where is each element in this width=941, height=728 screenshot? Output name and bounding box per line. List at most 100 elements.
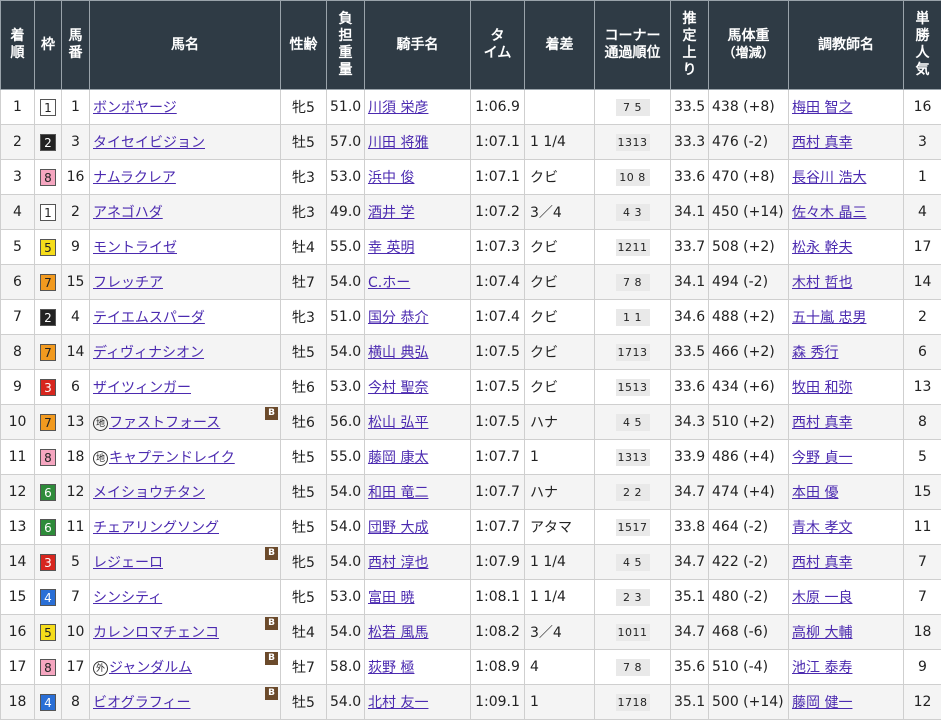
jockey-link[interactable]: C.ホー [368, 275, 410, 291]
jockey-link[interactable]: 西村 淳也 [368, 555, 428, 571]
horse-link[interactable]: カレンロマチェンコ [93, 625, 219, 641]
blinker-icon: B [265, 547, 278, 560]
margin-cell: クビ [524, 299, 595, 335]
horse-link[interactable]: タイセイビジョン [93, 135, 205, 151]
corner-positions: 1211 [615, 238, 650, 256]
popularity-cell: 12 [903, 684, 941, 720]
trainer-link[interactable]: 長谷川 浩大 [792, 170, 866, 186]
time-cell: 1:07.4 [470, 299, 525, 335]
jockey-cell: 浜中 俊 [364, 159, 471, 195]
jockey-link[interactable]: 藤岡 康太 [368, 450, 428, 466]
horse-number-cell: 12 [61, 474, 90, 510]
last3f-cell: 33.5 [670, 334, 709, 370]
horse-link[interactable]: ビオグラフィー [93, 695, 190, 711]
jockey-link[interactable]: 北村 友一 [368, 695, 428, 711]
waku-badge: 3 [40, 553, 56, 571]
weight-cell: 54.0 [326, 614, 365, 650]
horse-link[interactable]: アネゴハダ [93, 205, 163, 221]
time-cell: 1:07.5 [470, 404, 525, 440]
time-cell: 1:07.5 [470, 369, 525, 405]
header-waku[interactable]: 枠 [34, 0, 62, 90]
horse-link[interactable]: ファストフォース [109, 415, 220, 431]
corner-positions: 4 3 [615, 203, 650, 221]
horse-link[interactable]: モントライゼ [93, 240, 177, 256]
horse-link[interactable]: シンシティ [93, 590, 162, 606]
horse-link[interactable]: ザイツィンガー [93, 380, 191, 396]
jockey-link[interactable]: 今村 聖奈 [368, 380, 428, 396]
waku-badge: 2 [40, 133, 56, 151]
trainer-link[interactable]: 高柳 大輔 [792, 625, 852, 641]
horse-link[interactable]: テイエムスパーダ [93, 310, 205, 326]
trainer-link[interactable]: 松永 幹夫 [792, 240, 852, 256]
trainer-link[interactable]: 木原 一良 [792, 590, 852, 606]
trainer-link[interactable]: 牧田 和弥 [792, 380, 852, 396]
header-corner[interactable]: コーナー 通過順位 [594, 0, 671, 90]
trainer-link[interactable]: 西村 真幸 [792, 415, 852, 431]
waku-cell: 7 [34, 264, 62, 300]
jockey-link[interactable]: 団野 大成 [368, 520, 428, 536]
jockey-link[interactable]: 松若 風馬 [368, 625, 428, 641]
corner-cell: 1313 [594, 124, 671, 160]
trainer-link[interactable]: 本田 優 [792, 485, 838, 501]
header-pop[interactable]: 単勝人気 [903, 0, 941, 90]
header-sexage[interactable]: 性齢 [280, 0, 327, 90]
weight-cell: 57.0 [326, 124, 365, 160]
corner-cell: 7 5 [594, 89, 671, 125]
horse-number-cell: 6 [61, 369, 90, 405]
header-bodyweight[interactable]: 馬体重 （増減） [708, 0, 789, 90]
trainer-link[interactable]: 梅田 智之 [792, 100, 852, 116]
jockey-link[interactable]: 国分 恭介 [368, 310, 428, 326]
table-row: 14 3 5 レジェーロ B 牝5 54.0 西村 淳也 1:07.9 1 1/4 4 5 34.7 4… [0, 544, 941, 580]
header-finish[interactable]: 着順 [0, 0, 35, 90]
jockey-link[interactable]: 富田 暁 [368, 590, 414, 606]
jockey-link[interactable]: 荻野 極 [368, 660, 414, 676]
horse-link[interactable]: ディヴィナシオン [93, 345, 204, 361]
horse-number-cell: 8 [61, 684, 90, 720]
trainer-cell: 西村 真幸 [788, 544, 904, 580]
horse-link[interactable]: レジェーロ [93, 555, 163, 571]
horse-link[interactable]: キャプテンドレイク [109, 450, 235, 466]
horse-link[interactable]: メイショウチタン [93, 485, 205, 501]
trainer-cell: 木村 哲也 [788, 264, 904, 300]
margin-cell: 3／4 [524, 194, 595, 230]
finish-cell: 15 [0, 579, 35, 615]
trainer-link[interactable]: 森 秀行 [792, 345, 838, 361]
jockey-link[interactable]: 横山 典弘 [368, 345, 428, 361]
horse-link[interactable]: ナムラクレア [93, 170, 176, 186]
trainer-link[interactable]: 青木 孝文 [792, 520, 852, 536]
jockey-link[interactable]: 川須 栄彦 [368, 100, 428, 116]
jockey-link[interactable]: 浜中 俊 [368, 170, 414, 186]
trainer-link[interactable]: 藤岡 健一 [792, 695, 852, 711]
header-num[interactable]: 馬番 [61, 0, 90, 90]
jockey-link[interactable]: 和田 竜二 [368, 485, 428, 501]
jockey-link[interactable]: 幸 英明 [368, 240, 414, 256]
trainer-link[interactable]: 今野 貞一 [792, 450, 852, 466]
trainer-link[interactable]: 西村 真幸 [792, 555, 852, 571]
horse-link[interactable]: チェアリングソング [93, 520, 219, 536]
trainer-link[interactable]: 五十嵐 忠男 [792, 310, 866, 326]
last3f-cell: 34.1 [670, 194, 709, 230]
header-margin[interactable]: 着差 [524, 0, 595, 90]
jockey-link[interactable]: 松山 弘平 [368, 415, 428, 431]
trainer-link[interactable]: 池江 泰寿 [792, 660, 852, 676]
trainer-link[interactable]: 西村 真幸 [792, 135, 852, 151]
header-last3f[interactable]: 推定上り [670, 0, 709, 90]
horse-link[interactable]: フレッチア [93, 275, 163, 291]
header-time[interactable]: タイム [470, 0, 525, 90]
trainer-cell: 松永 幹夫 [788, 229, 904, 265]
header-jockey[interactable]: 騎手名 [364, 0, 471, 90]
weight-cell: 54.0 [326, 509, 365, 545]
header-horse[interactable]: 馬名 [89, 0, 281, 90]
header-trainer[interactable]: 調教師名 [788, 0, 904, 90]
trainer-link[interactable]: 佐々木 晶三 [792, 205, 866, 221]
header-weight[interactable]: 負担重量 [326, 0, 365, 90]
horse-link[interactable]: ジャンダルム [109, 660, 192, 676]
jockey-link[interactable]: 川田 将雅 [368, 135, 428, 151]
jockey-link[interactable]: 酒井 学 [368, 205, 414, 221]
time-cell: 1:07.2 [470, 194, 525, 230]
horse-cell: フレッチア [89, 264, 281, 300]
trainer-link[interactable]: 木村 哲也 [792, 275, 852, 291]
waku-cell: 3 [34, 369, 62, 405]
corner-cell: 1513 [594, 369, 671, 405]
horse-link[interactable]: ボンボヤージ [93, 100, 177, 116]
